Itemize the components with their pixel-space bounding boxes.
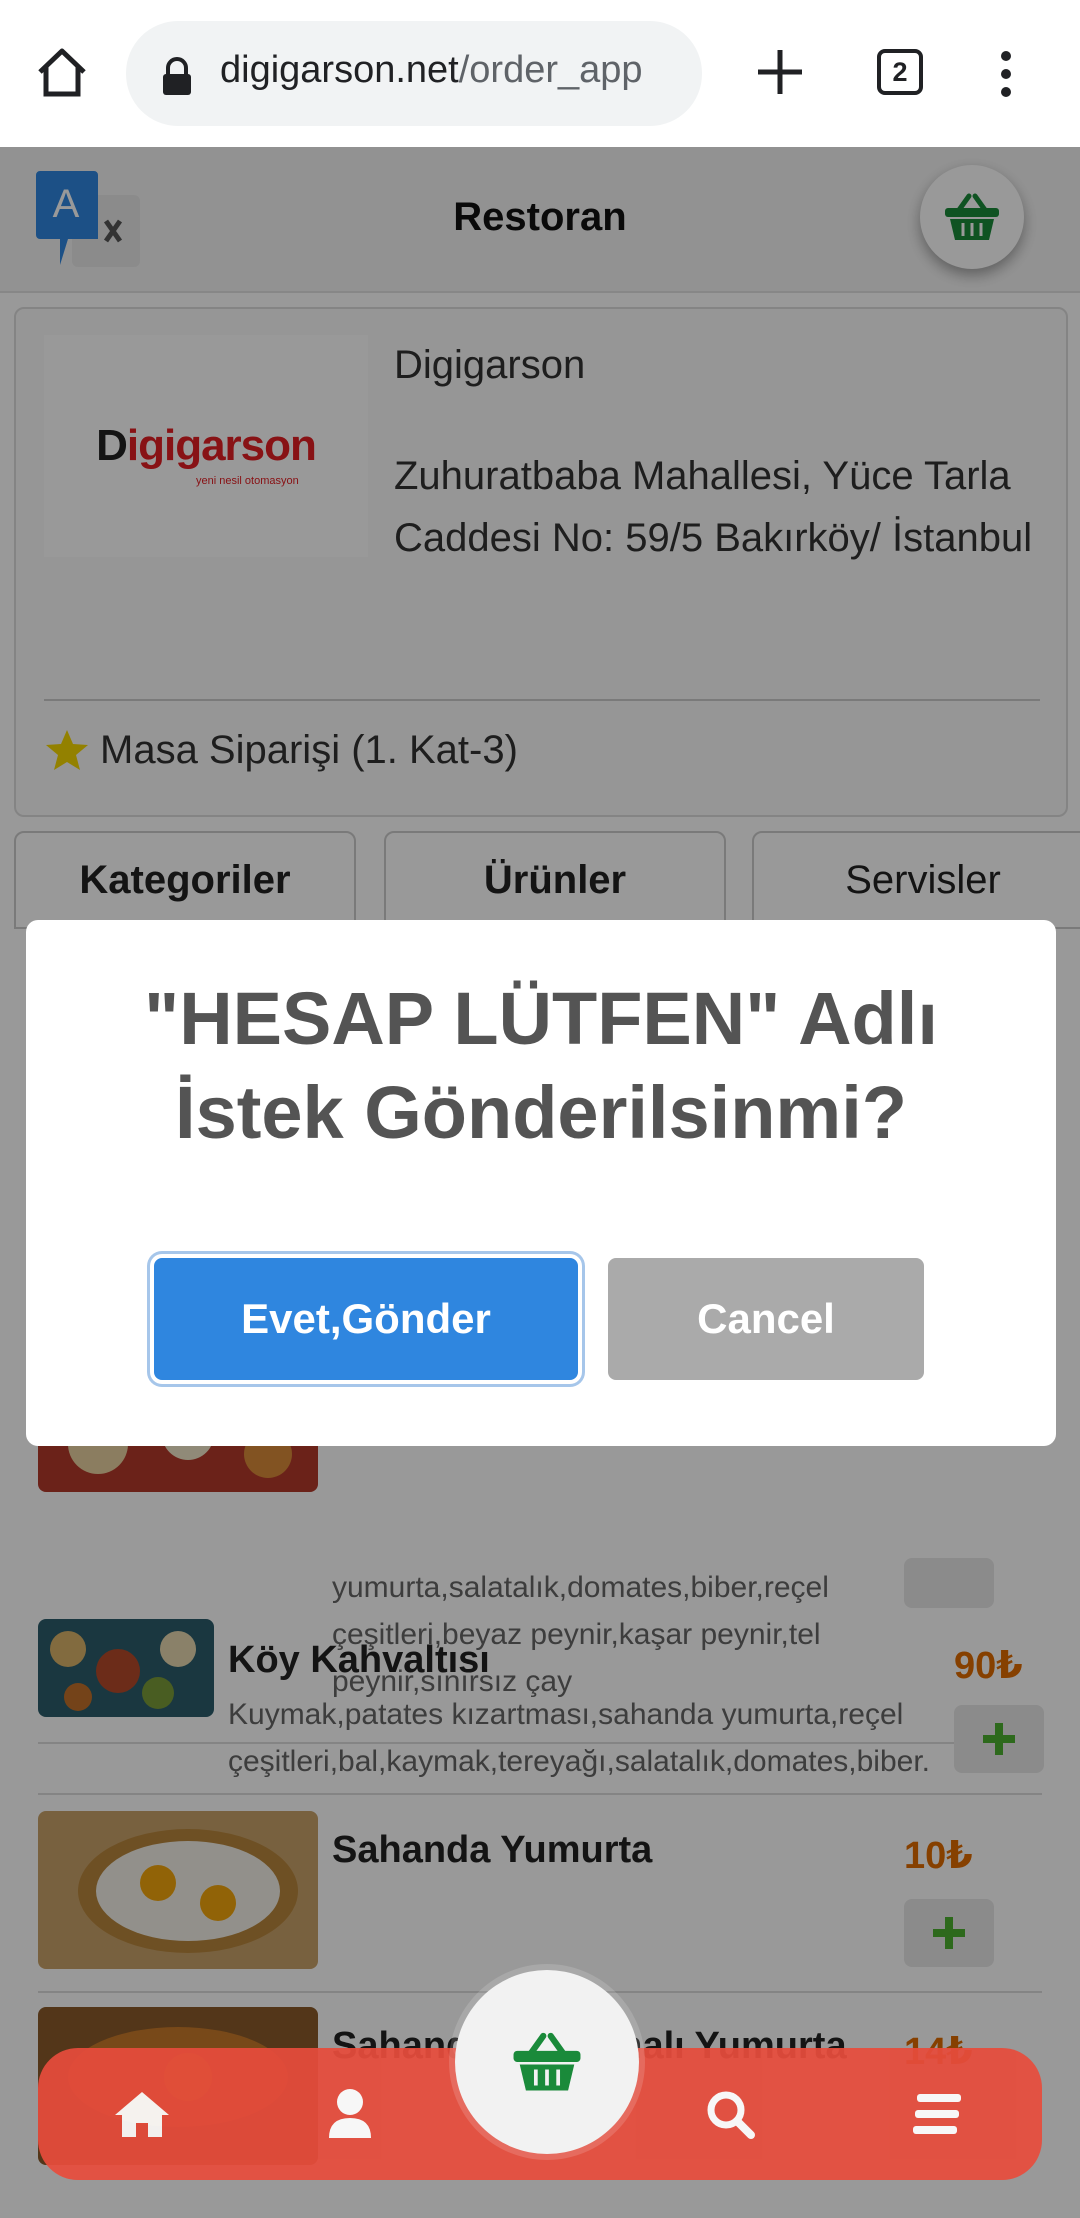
search-icon xyxy=(707,2091,755,2139)
user-icon xyxy=(329,2089,371,2138)
url-text: digigarson.net/order_app xyxy=(220,49,643,92)
nav-profile[interactable] xyxy=(314,2078,386,2150)
lock-icon xyxy=(163,57,191,95)
cancel-button[interactable]: Cancel xyxy=(608,1258,924,1380)
home-icon xyxy=(115,2092,169,2137)
cart-button-center[interactable] xyxy=(455,1970,639,2154)
browser-menu-icon[interactable] xyxy=(988,50,1024,98)
nav-search[interactable] xyxy=(694,2078,766,2150)
new-tab-icon[interactable] xyxy=(752,44,808,100)
browser-toolbar: digigarson.net/order_app 2 xyxy=(0,0,1080,147)
nav-home[interactable] xyxy=(106,2078,178,2150)
dialog-title: "HESAP LÜTFEN" Adlı İstek Gönderilsinmi? xyxy=(144,977,938,1154)
url-path: /order_app xyxy=(458,49,643,91)
url-domain: digigarson.net xyxy=(220,49,459,91)
basket-icon xyxy=(513,2032,581,2091)
menu-icon xyxy=(913,2094,961,2134)
tab-switcher-button[interactable]: 2 xyxy=(877,49,923,95)
confirm-button[interactable]: Evet,Gönder xyxy=(154,1258,578,1380)
confirm-dialog: "HESAP LÜTFEN" Adlı İstek Gönderilsinmi?… xyxy=(26,920,1056,1446)
address-bar[interactable]: digigarson.net/order_app xyxy=(126,21,702,126)
browser-home-icon[interactable] xyxy=(32,42,92,102)
nav-menu[interactable] xyxy=(902,2078,974,2150)
